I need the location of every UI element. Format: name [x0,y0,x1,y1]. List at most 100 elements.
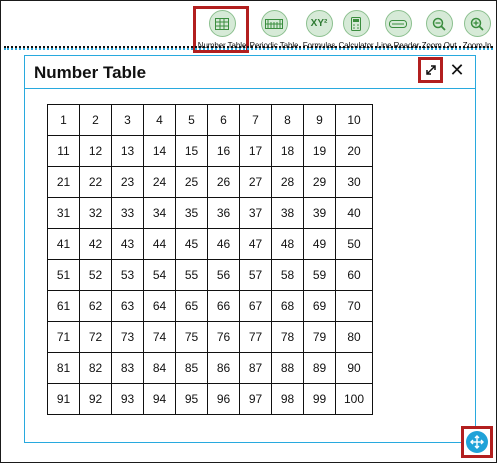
grid-cell: 46 [207,228,240,260]
grid-cell: 85 [175,352,208,384]
grid-cell: 55 [175,259,208,291]
grid-cell: 48 [271,228,304,260]
grid-cell: 31 [47,197,80,229]
grid-cell: 32 [79,197,112,229]
grid-cell: 44 [143,228,176,260]
grid-cell: 90 [335,352,373,384]
grid-cell: 38 [271,197,304,229]
grid-cell: 16 [207,135,240,167]
calculator-icon [342,10,370,37]
grid-cell: 51 [47,259,80,291]
grid-cell: 53 [111,259,144,291]
grid-cell: 13 [111,135,144,167]
grid-cell: 7 [239,104,272,136]
grid-cell: 99 [303,383,336,415]
grid-cell: 64 [143,290,176,322]
grid-row: 71 72 73 74 75 76 77 78 79 80 [47,321,373,353]
grid-cell: 19 [303,135,336,167]
grid-cell: 43 [111,228,144,260]
grid-cell: 12 [79,135,112,167]
dialog-header[interactable]: Number Table ✕ [25,56,475,89]
grid-cell: 96 [207,383,240,415]
expand-button[interactable] [418,57,443,83]
grid-cell: 33 [111,197,144,229]
grid-cell: 66 [207,290,240,322]
grid-cell: 92 [79,383,112,415]
grid-cell: 15 [175,135,208,167]
zoom-out-tool[interactable]: Zoom Out [420,6,458,50]
formulas-tool[interactable]: XY² Formulas [300,6,338,50]
grid-cell: 27 [239,166,272,198]
grid-cell: 70 [335,290,373,322]
grid-cell: 67 [239,290,272,322]
grid-cell: 8 [271,104,304,136]
grid-cell: 79 [303,321,336,353]
close-icon: ✕ [449,59,465,80]
grid-row: 91 92 93 94 95 96 97 98 99 100 [47,383,373,415]
formulas-icon: XY² [305,10,333,37]
zoom-out-icon [425,10,453,37]
grid-cell: 76 [207,321,240,353]
line-reader-tool[interactable]: Line Reader [375,6,421,50]
periodic-table-tool[interactable]: Periodic Table [249,6,299,50]
grid-row: 61 62 63 64 65 66 67 68 69 70 [47,290,373,322]
grid-cell: 17 [239,135,272,167]
grid-row: 11 12 13 14 15 16 17 18 19 20 [47,135,373,167]
grid-cell: 30 [335,166,373,198]
grid-cell: 58 [271,259,304,291]
grid-cell: 41 [47,228,80,260]
grid-cell: 86 [207,352,240,384]
calculator-tool[interactable]: Calculator [337,6,375,50]
grid-cell: 72 [79,321,112,353]
grid-cell: 69 [303,290,336,322]
grid-cell: 23 [111,166,144,198]
grid-cell: 37 [239,197,272,229]
grid-cell: 6 [207,104,240,136]
grid-cell: 75 [175,321,208,353]
grid-cell: 4 [143,104,176,136]
grid-row: 51 52 53 54 55 56 57 58 59 60 [47,259,373,291]
grid-cell: 47 [239,228,272,260]
close-button[interactable]: ✕ [447,57,467,83]
grid-cell: 80 [335,321,373,353]
grid-row: 81 82 83 84 85 86 87 88 89 90 [47,352,373,384]
grid-row: 41 42 43 44 45 46 47 48 49 50 [47,228,373,260]
number-table-dialog: Number Table ✕ 1 2 3 4 5 6 7 8 9 10 11 12 13 14 15 16 17… [24,55,476,443]
grid-cell: 20 [335,135,373,167]
move-handle[interactable] [461,426,493,458]
grid-cell: 82 [79,352,112,384]
grid-cell: 5 [175,104,208,136]
zoom-in-icon [463,10,491,37]
grid-cell: 28 [271,166,304,198]
grid-cell: 1 [47,104,80,136]
grid-cell: 63 [111,290,144,322]
grid-cell: 36 [207,197,240,229]
grid-cell: 98 [271,383,304,415]
grid-cell: 49 [303,228,336,260]
grid-cell: 52 [79,259,112,291]
zoom-in-tool[interactable]: Zoom In [458,6,496,50]
number-grid: 1 2 3 4 5 6 7 8 9 10 11 12 13 14 15 16 17 18 19 20 21 22 23 24 2… [47,104,373,415]
grid-cell: 62 [79,290,112,322]
grid-row: 21 22 23 24 25 26 27 28 29 30 [47,166,373,198]
grid-cell: 22 [79,166,112,198]
grid-cell: 34 [143,197,176,229]
grid-cell: 42 [79,228,112,260]
grid-cell: 40 [335,197,373,229]
grid-cell: 83 [111,352,144,384]
grid-cell: 18 [271,135,304,167]
grid-cell: 11 [47,135,80,167]
grid-cell: 77 [239,321,272,353]
expand-icon [425,65,436,75]
grid-cell: 97 [239,383,272,415]
grid-cell: 73 [111,321,144,353]
workspace-boundary [4,48,493,50]
line-reader-icon [384,10,412,37]
grid-cell: 81 [47,352,80,384]
dialog-title: Number Table [34,63,147,82]
grid-cell: 50 [335,228,373,260]
grid-cell: 24 [143,166,176,198]
grid-cell: 10 [335,104,373,136]
grid-row: 1 2 3 4 5 6 7 8 9 10 [47,104,373,136]
grid-cell: 95 [175,383,208,415]
